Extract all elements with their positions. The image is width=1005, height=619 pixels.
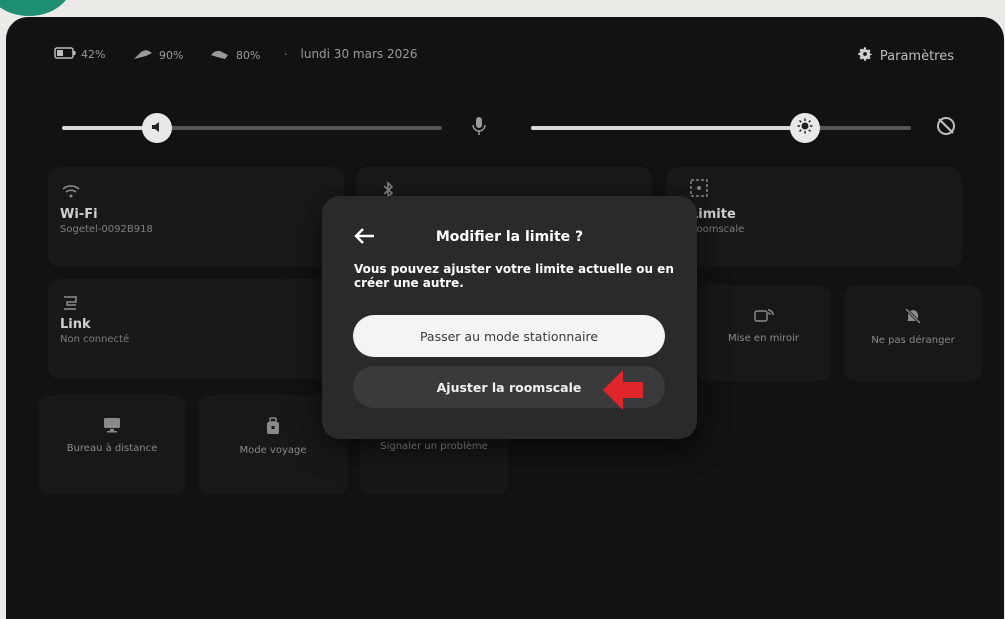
controller-icon	[209, 47, 231, 64]
desktop-icon	[38, 417, 186, 433]
eye-off-icon	[935, 115, 957, 141]
boundary-icon	[690, 179, 708, 201]
link-icon	[62, 295, 78, 315]
do-not-disturb-label: Ne pas déranger	[871, 335, 955, 346]
passthrough-button[interactable]	[932, 114, 960, 142]
cast-label: Mise en miroir	[727, 333, 800, 344]
speaker-icon	[150, 119, 164, 138]
red-arrow-icon	[601, 364, 647, 416]
remote-desktop-label: Bureau à distance	[66, 443, 158, 454]
settings-label: Paramètres	[879, 48, 954, 64]
date-label: lundi 30 mars 2026	[300, 47, 418, 61]
link-status: Non connecté	[60, 334, 130, 345]
microphone-icon	[471, 116, 487, 140]
settings-button[interactable]: Paramètres	[856, 45, 954, 67]
link-tile[interactable]: Link Non connecté	[48, 279, 344, 379]
dialog-title: Modifier la limite ?	[435, 229, 584, 245]
cast-icon	[696, 307, 831, 323]
report-problem-label: Signaler un problème	[380, 441, 488, 452]
controller-left-percent: 80%	[236, 49, 261, 62]
controller-right-percent: 90%	[159, 49, 184, 62]
volume-slider[interactable]	[62, 113, 442, 143]
bell-off-icon	[844, 307, 982, 325]
controller-right-status: 90%	[132, 47, 183, 64]
microphone-button[interactable]	[466, 115, 492, 141]
wifi-title: Wi-Fi	[60, 207, 98, 222]
boundary-mode: Roomscale	[690, 224, 745, 235]
controller-icon	[132, 47, 154, 64]
boundary-title: Limite	[690, 207, 736, 222]
battery-status: 42%	[54, 47, 105, 62]
volume-slider-knob[interactable]	[142, 113, 172, 143]
gear-icon	[856, 45, 874, 67]
controller-left-status: 80%	[209, 47, 260, 64]
wifi-network: Sogetel-0092B918	[60, 224, 153, 235]
brightness-slider-fill	[531, 126, 805, 130]
wifi-icon	[62, 183, 80, 202]
stationary-mode-button[interactable]: Passer au mode stationnaire	[353, 315, 665, 357]
date-status: · lundi 30 mars 2026	[284, 47, 417, 61]
cast-tile[interactable]: Mise en miroir	[696, 285, 831, 381]
do-not-disturb-tile[interactable]: Ne pas déranger	[844, 285, 982, 381]
battery-icon	[54, 47, 76, 62]
brightness-slider[interactable]	[531, 113, 911, 143]
battery-percent: 42%	[81, 48, 106, 61]
sun-icon	[797, 118, 813, 138]
dialog-body: Vous pouvez ajuster votre limite actuell…	[354, 262, 674, 290]
link-title: Link	[60, 317, 91, 332]
wifi-tile[interactable]: Wi-Fi Sogetel-0092B918	[48, 167, 344, 267]
corner-badge	[0, 0, 72, 16]
status-bar: 42% 90% 80% · lundi 30 mars 2026 Paramèt…	[54, 47, 964, 67]
boundary-tile[interactable]: Limite Roomscale	[666, 167, 962, 267]
remote-desktop-tile[interactable]: Bureau à distance	[38, 395, 186, 495]
brightness-slider-knob[interactable]	[789, 113, 820, 143]
status-separator: ·	[284, 47, 288, 61]
travel-mode-label: Mode voyage	[239, 445, 307, 456]
